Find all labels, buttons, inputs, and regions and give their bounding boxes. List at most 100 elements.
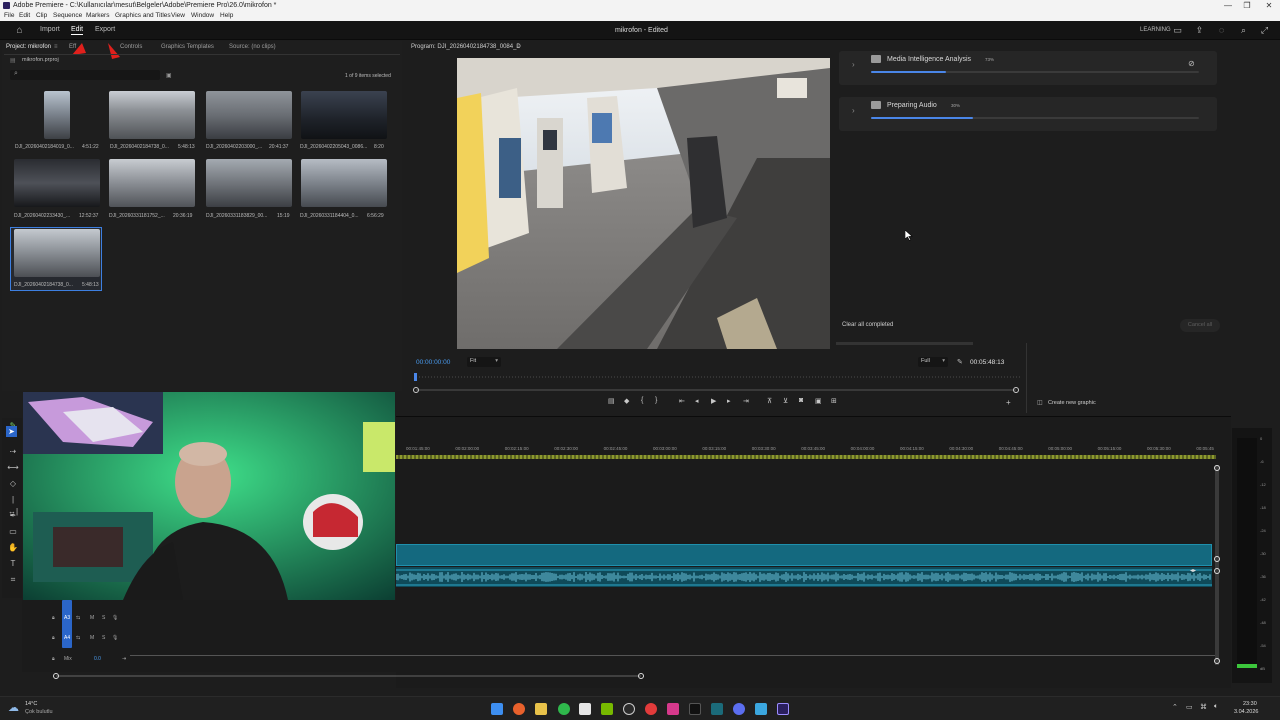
whatsapp-icon[interactable] [558, 703, 570, 715]
razor-icon[interactable]: ◇ [7, 478, 19, 490]
clock-date[interactable]: 3.04.2026 [1234, 709, 1258, 715]
go-to-out-icon[interactable]: ⇥ [743, 397, 749, 405]
weather-icon[interactable]: ☁ [8, 701, 19, 714]
clip-thumbnail-9[interactable] [14, 229, 100, 277]
menu-edit[interactable]: Edit [19, 11, 30, 21]
clear-all-completed-button[interactable]: Clear all completed [842, 322, 893, 328]
progress-panel-scrollbar[interactable] [836, 342, 973, 345]
audio-clip-a4[interactable] [395, 567, 1212, 587]
slip-icon[interactable]: |↔| [7, 494, 19, 516]
network-icon[interactable]: ⌘ [1200, 703, 1207, 711]
tiktok-icon[interactable] [689, 703, 701, 715]
clip-thumbnail-3[interactable] [206, 91, 292, 139]
firefox-icon[interactable] [513, 703, 525, 715]
nvidia-icon[interactable] [601, 703, 613, 715]
file-explorer-icon[interactable] [535, 703, 547, 715]
hand-icon[interactable]: ✋ [7, 542, 19, 554]
lock-icon[interactable]: 🔒︎ [52, 615, 55, 621]
marker-list-icon[interactable]: ▤ [608, 397, 615, 405]
cancel-task-icon[interactable]: ⊘ [1188, 59, 1195, 68]
clock-time[interactable]: 23:30 [1243, 701, 1257, 707]
photos-icon[interactable] [711, 703, 723, 715]
menu-graphics-and-titles[interactable]: Graphics and Titles [115, 11, 171, 21]
zoom-fit-select[interactable]: Fit ▾ [467, 357, 501, 367]
lock-icon[interactable]: 🔒︎ [52, 635, 55, 641]
track-select-icon[interactable]: ⇢ [7, 446, 19, 458]
menu-markers[interactable]: Markers [86, 11, 109, 21]
timeline-ruler[interactable]: 00:01:45:00 00:02:00:00 00:02:15:00 00:02:3… [396, 443, 1216, 453]
share-icon[interactable]: ⇪ [1194, 25, 1205, 36]
tab-graphics-templates[interactable]: Graphics Templates [161, 44, 214, 50]
sync-lock-icon[interactable]: ⇆ [76, 635, 80, 641]
sync-lock-icon[interactable]: ⇆ [76, 615, 80, 621]
windows-start-icon[interactable] [491, 703, 503, 715]
add-marker-icon[interactable]: ◆ [624, 397, 629, 405]
panel-menu-icon[interactable]: ≡ [54, 44, 58, 50]
type-icon[interactable]: T [7, 558, 19, 570]
program-scrubber[interactable] [412, 373, 1024, 393]
clip-thumbnail-6[interactable] [109, 159, 195, 207]
tab-edit[interactable]: Edit [71, 26, 84, 35]
play-icon[interactable]: ▶ [711, 397, 716, 405]
chrome-icon[interactable] [645, 703, 657, 715]
ripple-edit-icon[interactable]: ⟷ [7, 462, 19, 474]
microphone-icon[interactable]: 🎙︎ [112, 615, 118, 621]
caption-icon[interactable]: ⌗ [7, 574, 19, 586]
home-icon[interactable]: ⌂ [14, 25, 25, 36]
volume-icon[interactable]: 🔈︎ [1214, 703, 1218, 711]
new-bin-icon[interactable]: ▣ [166, 72, 172, 79]
timeline-zoom-scrollbar[interactable] [50, 671, 650, 681]
step-forward-icon[interactable]: ▸ [727, 397, 731, 405]
clip-thumbnail-8[interactable] [301, 159, 387, 207]
timeline-work-area[interactable] [396, 455, 1216, 459]
mix-volume-value[interactable]: 0.0 [94, 656, 101, 662]
menu-view[interactable]: View [171, 11, 185, 21]
selection-tool-icon[interactable]: ➤ [6, 426, 17, 437]
tab-project[interactable]: Project: mikrofon [6, 44, 51, 50]
clip-thumbnail-2[interactable] [109, 91, 195, 139]
menu-sequence[interactable]: Sequence [53, 11, 82, 21]
go-to-end-icon[interactable]: ⇥ [122, 656, 126, 662]
task-media-intelligence[interactable]: › Media Intelligence Analysis 73% ⊘ [839, 51, 1217, 85]
mute-button[interactable]: M [90, 635, 94, 641]
audio-clip-a3[interactable] [396, 544, 1212, 566]
github-icon[interactable] [623, 703, 635, 715]
vr-video-icon[interactable]: ⊞ [831, 397, 837, 405]
close-button[interactable]: ✕ [1259, 0, 1279, 11]
mark-out-icon[interactable]: } [655, 397, 657, 404]
instagram-icon[interactable] [667, 703, 679, 715]
menu-window[interactable]: Window [191, 11, 214, 21]
tab-source[interactable]: Source: (no clips) [229, 44, 276, 50]
add-button-icon[interactable]: + [1006, 398, 1011, 407]
maximize-button[interactable]: ❐ [1237, 0, 1257, 11]
timecode-current[interactable]: 00:00:00:00 [416, 359, 450, 366]
clip-thumbnail-4[interactable] [301, 91, 387, 139]
program-video-frame[interactable] [457, 58, 830, 349]
mute-button[interactable]: M [90, 615, 94, 621]
scroll-handles[interactable] [1212, 463, 1222, 668]
panel-menu-icon[interactable]: ≡ [516, 44, 520, 50]
chevron-right-icon[interactable]: › [852, 60, 855, 69]
audio-keyframe-icon[interactable]: ◂▸ [1190, 567, 1196, 574]
fullscreen-icon[interactable]: ⤢ [1259, 25, 1270, 36]
clip-thumbnail-1[interactable] [44, 91, 70, 139]
tray-app-icon[interactable]: ▭ [1186, 703, 1193, 711]
solo-button[interactable]: S [102, 635, 105, 641]
go-to-in-icon[interactable]: ⇤ [679, 397, 685, 405]
track-a3-label[interactable]: A3 [64, 615, 70, 621]
capture-icon[interactable] [579, 703, 591, 715]
solo-button[interactable]: S [102, 615, 105, 621]
sync-icon[interactable]: ◌ [1216, 25, 1227, 36]
extract-icon[interactable]: ⊻ [783, 397, 788, 405]
menu-file[interactable]: File [4, 11, 14, 21]
premiere-taskbar-icon[interactable] [777, 703, 789, 715]
rectangle-icon[interactable]: ▭ [7, 526, 19, 538]
project-search-input[interactable]: ⌕ [10, 70, 160, 80]
comparison-view-icon[interactable]: ▣ [815, 397, 822, 405]
tab-import[interactable]: Import [40, 26, 60, 33]
minimize-button[interactable]: — [1218, 0, 1238, 11]
lock-icon[interactable]: 🔒︎ [52, 656, 55, 662]
tray-chevron-icon[interactable]: ⌃ [1172, 703, 1178, 711]
lift-icon[interactable]: ⊼ [767, 397, 772, 405]
pen-tool-icon[interactable]: ✒ [7, 510, 19, 522]
